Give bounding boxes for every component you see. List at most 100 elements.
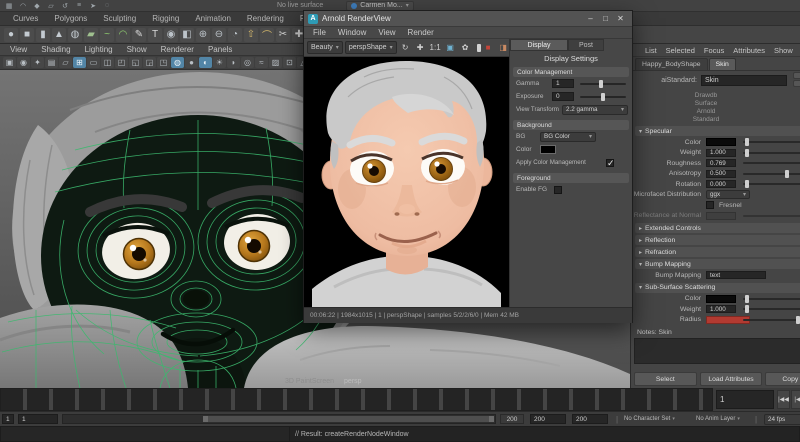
collapsed-section[interactable]: Refraction [635, 247, 800, 257]
list-icon[interactable]: ≡ [74, 1, 84, 11]
textured-icon[interactable]: ◐ [199, 57, 212, 68]
viewport-menu-item[interactable]: Show [121, 45, 153, 54]
node-tab[interactable]: Skin [708, 58, 736, 70]
one-to-one-icon[interactable]: 1:1 [429, 41, 442, 54]
separate-icon[interactable]: ⊖ [212, 27, 226, 42]
transport-button[interactable]: |◀◀ [777, 390, 790, 409]
plane-icon[interactable]: ▰ [84, 27, 98, 42]
ae-action-button[interactable]: Copy Tab [765, 372, 800, 386]
collapsed-section[interactable]: Extended Controls [635, 223, 800, 233]
notes-area[interactable] [634, 338, 800, 364]
maximize-button[interactable]: □ [598, 12, 613, 26]
shelf-tab[interactable]: Sculpting [96, 13, 143, 24]
bridge-icon[interactable]: ⌒ [260, 27, 274, 42]
gate-mask-icon[interactable]: ◰ [115, 57, 128, 68]
multicut-icon[interactable]: ✂ [276, 27, 290, 42]
shelf-tab[interactable]: Animation [188, 13, 238, 24]
sss-weight-slider[interactable] [743, 305, 800, 314]
sss-radius-slider[interactable] [743, 315, 800, 324]
spec-anisotropy-slider[interactable] [743, 169, 800, 178]
rendered-image[interactable] [304, 57, 509, 307]
cone-icon[interactable]: ▲ [52, 27, 66, 42]
anim-layer-dropdown[interactable]: No Anim Layer [696, 414, 752, 424]
renderview-panel-tab[interactable]: Display [510, 39, 568, 51]
text-icon[interactable]: T [148, 27, 162, 42]
collapsed-section[interactable]: Reflection [635, 235, 800, 245]
shaded-icon[interactable]: ● [185, 57, 198, 68]
shelf-tab[interactable]: Curves [6, 13, 45, 24]
xray-icon[interactable]: ⊡ [283, 57, 296, 68]
film-gate-icon[interactable]: ▭ [87, 57, 100, 68]
sss-color-slider[interactable] [743, 294, 800, 303]
viewport-menu-item[interactable]: Shading [35, 45, 76, 54]
lasso-icon[interactable]: ◌ [102, 1, 112, 11]
renderview-menu-item[interactable]: Window [333, 28, 371, 37]
pencil-icon[interactable]: ✎ [132, 27, 146, 42]
transport-button[interactable]: |◀ [791, 390, 800, 409]
playback-end-field[interactable]: 200 [530, 414, 566, 424]
window-titlebar[interactable]: A Arnold RenderView – □ ✕ [304, 11, 632, 27]
presets-button[interactable]: Presets [793, 80, 800, 87]
exposure-field[interactable]: 0 [552, 92, 574, 101]
anim-end-field[interactable]: 200 [572, 414, 608, 424]
boolean-icon[interactable]: ◉ [164, 27, 178, 42]
wireframe-icon[interactable]: ◍ [171, 57, 184, 68]
stop-render-icon[interactable]: ■ [482, 41, 495, 54]
snap-plane-icon[interactable]: ▱ [46, 1, 56, 11]
arc-icon[interactable]: ◠ [116, 27, 130, 42]
ae-action-button[interactable]: Select [634, 372, 697, 386]
field-chart-icon[interactable]: ◱ [129, 57, 142, 68]
torus-icon[interactable]: ◍ [68, 27, 82, 42]
apply-cm-checkbox[interactable] [606, 158, 615, 169]
exposure-slider[interactable] [580, 92, 626, 101]
enable-fg-checkbox[interactable] [554, 185, 562, 194]
spec-color-swatch[interactable] [706, 138, 736, 147]
command-input[interactable] [0, 426, 290, 442]
view-transform-dropdown[interactable]: 2.2 gamma [562, 104, 628, 115]
section-bump-mapping[interactable]: Bump Mapping [635, 259, 800, 269]
ambient-occlusion-icon[interactable]: ◎ [241, 57, 254, 68]
sss-color-swatch[interactable] [706, 294, 736, 303]
lighting-icon[interactable]: ☀ [213, 57, 226, 68]
fresnel-checkbox[interactable] [706, 201, 714, 210]
renderview-menu-item[interactable]: View [373, 28, 400, 37]
foreground-header[interactable]: Foreground [513, 173, 629, 183]
attribute-editor-menu-item[interactable]: Show [770, 46, 797, 55]
motion-blur-icon[interactable]: ≈ [255, 57, 268, 68]
sphere-icon[interactable]: ● [4, 27, 18, 42]
extrude-icon[interactable]: ⇧ [244, 27, 258, 42]
spec-color-slider[interactable] [743, 138, 800, 147]
time-slider[interactable] [0, 388, 713, 411]
bg-mode-dropdown[interactable]: BG Color [540, 131, 596, 142]
microfacet-dropdown[interactable]: ggx [706, 190, 750, 200]
renderview-panel-tab[interactable]: Post [568, 39, 604, 51]
shadows-icon[interactable]: ◗ [227, 57, 240, 68]
snap-curve-icon[interactable]: ◠ [18, 1, 28, 11]
resolution-gate-icon[interactable]: ◫ [101, 57, 114, 68]
bookmark-icon[interactable]: ▤ [45, 57, 58, 68]
close-button[interactable]: ✕ [613, 12, 628, 26]
cube-icon[interactable]: ■ [20, 27, 34, 42]
snap-grid-icon[interactable]: ▦ [4, 1, 14, 11]
section-specular[interactable]: Specular [635, 126, 800, 136]
viewport-menu-item[interactable]: Lighting [79, 45, 119, 54]
gamma-field[interactable]: 1 [552, 79, 574, 88]
spec-roughness-slider[interactable] [743, 162, 800, 165]
range-end-tag[interactable]: 200 [500, 414, 524, 424]
bg-color-swatch[interactable] [540, 145, 556, 154]
range-slider[interactable] [62, 414, 496, 424]
combine-icon[interactable]: ⊕ [196, 27, 210, 42]
shelf-tab[interactable]: Polygons [47, 13, 94, 24]
pan-zoom-icon[interactable]: ✚ [414, 41, 427, 54]
focus-button[interactable]: Focus [793, 72, 800, 79]
attribute-editor-menu-item[interactable]: Attributes [729, 46, 769, 55]
attribute-editor-menu-item[interactable]: Focus [700, 46, 728, 55]
bump-mapping-field[interactable]: text [706, 271, 766, 280]
cylinder-icon[interactable]: ▮ [36, 27, 50, 42]
image-plane-icon[interactable]: ▱ [59, 57, 72, 68]
gamma-slider[interactable] [580, 79, 626, 88]
aov-toggle-icon[interactable]: ◨ [497, 41, 510, 54]
renderview-menu-item[interactable]: Render [403, 28, 439, 37]
aov-dropdown[interactable]: Beauty [307, 41, 343, 54]
notes-header[interactable]: Notes: Skin [637, 329, 800, 336]
